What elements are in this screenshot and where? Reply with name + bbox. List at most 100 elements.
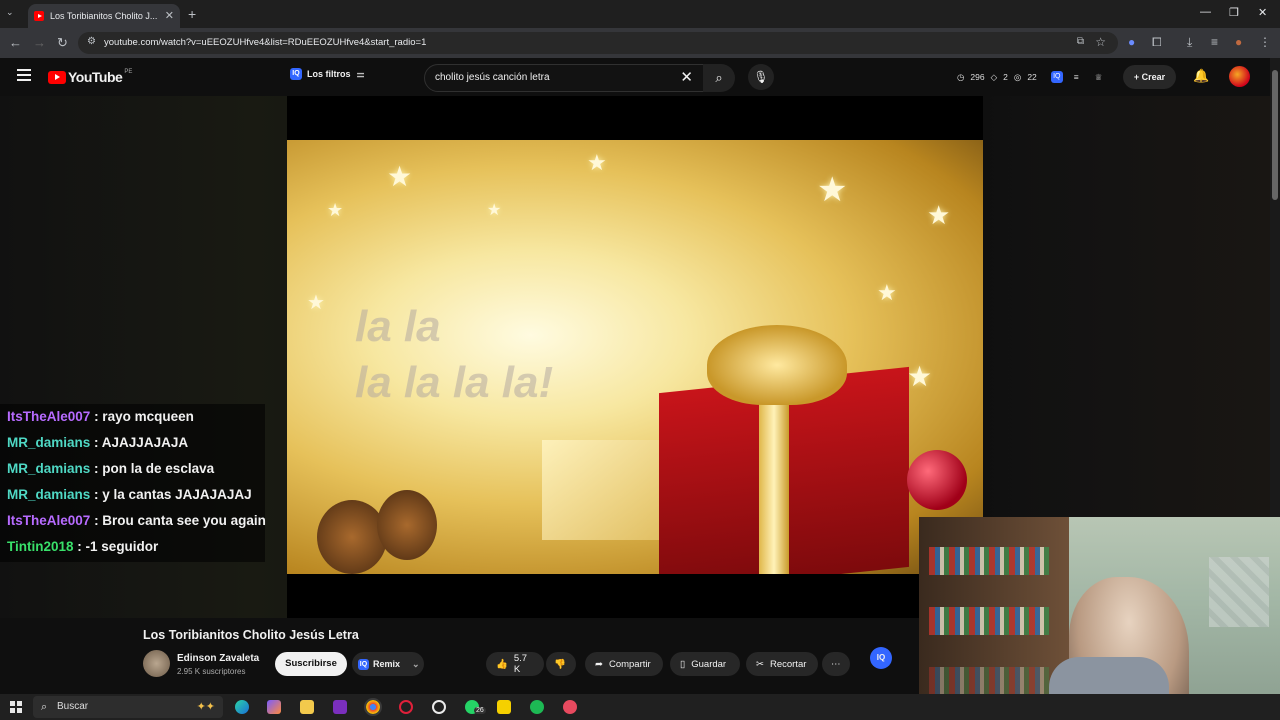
- decor-star-icon: ★: [387, 161, 413, 192]
- remix-button[interactable]: IQ Remix ⌄: [352, 652, 424, 676]
- new-tab-icon[interactable]: +: [188, 6, 196, 22]
- youtube-favicon-icon: [34, 11, 44, 21]
- subscriber-count: 2.95 K suscriptores: [177, 667, 246, 676]
- chat-message: MR_damians : pon la de esclava: [0, 456, 265, 482]
- logo-text: YouTube: [68, 69, 123, 85]
- extension-icon[interactable]: ●: [1128, 35, 1135, 49]
- chrome-icon[interactable]: [364, 698, 382, 716]
- browser-menu-icon[interactable]: ⋮: [1259, 35, 1271, 49]
- save-label: Guardar: [691, 658, 727, 670]
- chat-message: MR_damians : y la cantas JAJAJAJAJ: [0, 482, 265, 508]
- extension-stats: ◷ 296 ◇ 2 ◎ 22 IQ ≡ ♕: [957, 71, 1102, 83]
- menu-icon[interactable]: [17, 69, 31, 84]
- back-icon[interactable]: ←: [9, 35, 22, 50]
- taskbar-search[interactable]: ⌕ Buscar ✦✦: [33, 696, 223, 718]
- app-icon[interactable]: [563, 700, 577, 714]
- url-text[interactable]: youtube.com/watch?v=uEEOZUHfve4&list=RDu…: [104, 37, 426, 48]
- tab-search-icon[interactable]: ⌄: [6, 7, 14, 18]
- channel-avatar[interactable]: [143, 650, 170, 677]
- forward-icon[interactable]: →: [33, 35, 46, 50]
- iq-icon: IQ: [358, 658, 369, 670]
- search-query[interactable]: cholito jesús canción letra: [435, 72, 550, 83]
- likes-count: 2: [1003, 72, 1008, 82]
- minimize-icon[interactable]: —: [1200, 6, 1211, 18]
- profile-icon[interactable]: ●: [1235, 35, 1242, 49]
- chat-text: : Brou canta see you again: [94, 513, 266, 528]
- views-count: 296: [970, 72, 985, 82]
- thumbs-down-icon: 👎: [554, 658, 566, 670]
- search-button[interactable]: ⌕: [703, 64, 735, 92]
- extensions-puzzle-icon[interactable]: ⧠: [1152, 35, 1162, 50]
- share-icon: ➦: [595, 658, 603, 670]
- lyric-line-2: la la la la!: [355, 358, 554, 407]
- youtube-header: YouTube PE IQ Los filtros ⚌ cholito jesú…: [0, 58, 1280, 96]
- opera-icon[interactable]: [399, 700, 413, 714]
- trophy-icon[interactable]: ♕: [1095, 72, 1103, 83]
- chat-message: ItsTheAle007 : Brou canta see you again: [0, 508, 266, 534]
- youtube-logo[interactable]: YouTube PE: [48, 69, 132, 85]
- like-button[interactable]: 👍 5.7 K: [486, 652, 544, 676]
- channel-name[interactable]: Edinson Zavaleta: [177, 653, 259, 664]
- decor-star-icon: ★: [487, 202, 502, 219]
- chevron-down-icon: ⌄: [412, 658, 420, 669]
- download-icon[interactable]: ⤓: [1187, 35, 1192, 50]
- close-tab-icon[interactable]: ✕: [165, 9, 174, 22]
- voice-search-button[interactable]: 🎙: [748, 64, 774, 90]
- bookmark-star-icon[interactable]: ☆: [1095, 35, 1106, 49]
- copilot-icon[interactable]: [267, 700, 281, 714]
- dislike-button[interactable]: 👎: [546, 652, 576, 676]
- search-input[interactable]: cholito jesús canción letra ✕: [424, 64, 704, 92]
- edge-icon[interactable]: [235, 700, 249, 714]
- search-icon: ⌕: [41, 701, 48, 713]
- chat-message: ItsTheAle007 : rayo mcqueen: [0, 404, 265, 430]
- save-button[interactable]: ▯ Guardar: [670, 652, 740, 676]
- address-bar[interactable]: ⚙ youtube.com/watch?v=uEEOZUHfve4&list=R…: [78, 32, 1118, 54]
- search-icon: ⌕: [715, 70, 723, 85]
- comments-icon: ◎: [1013, 71, 1022, 82]
- country-code: PE: [124, 69, 133, 75]
- scrollbar-thumb[interactable]: [1272, 70, 1278, 200]
- small-gift-box: [542, 440, 662, 540]
- windows-start-icon[interactable]: [10, 701, 22, 713]
- clear-search-icon[interactable]: ✕: [680, 68, 693, 86]
- window-close-icon[interactable]: ✕: [1258, 6, 1267, 19]
- chat-text: : pon la de esclava: [94, 461, 215, 476]
- share-button[interactable]: ➦ Compartir: [585, 652, 663, 676]
- spotify-icon[interactable]: [530, 700, 544, 714]
- browser-tab[interactable]: Los Toribianitos Cholito J... ✕: [28, 4, 180, 28]
- create-button[interactable]: + Crear: [1123, 65, 1176, 89]
- clip-label: Recortar: [769, 658, 807, 670]
- user-avatar[interactable]: [1229, 66, 1250, 87]
- chat-user: ItsTheAle007: [7, 513, 91, 528]
- iq-toolbar-icon[interactable]: IQ: [1050, 71, 1063, 83]
- chat-user: ItsTheAle007: [7, 409, 91, 424]
- install-app-icon[interactable]: ⧉: [1077, 36, 1084, 47]
- iq-floating-button[interactable]: IQ: [870, 647, 892, 669]
- reading-list-icon[interactable]: ≡: [1211, 35, 1218, 49]
- chat-text: : rayo mcqueen: [94, 409, 194, 424]
- pinecone: [377, 490, 437, 560]
- sticky-notes-icon[interactable]: [497, 700, 511, 714]
- chat-text: : y la cantas JAJAJAJAJ: [94, 487, 252, 502]
- video-title: Los Toribianitos Cholito Jesús Letra: [143, 628, 359, 642]
- notifications-bell-icon[interactable]: 🔔: [1193, 68, 1209, 84]
- browser-toolbar: ← → ↻ ⚙ youtube.com/watch?v=uEEOZUHfve4&…: [0, 28, 1280, 58]
- pinecone: [317, 500, 387, 574]
- queue-icon[interactable]: ≡: [1074, 72, 1079, 82]
- file-explorer-icon[interactable]: [300, 700, 314, 714]
- book-row: [929, 607, 1049, 635]
- windows-taskbar: ⌕ Buscar ✦✦: [0, 694, 1280, 720]
- restore-icon[interactable]: ❐: [1229, 6, 1239, 19]
- onenote-icon[interactable]: [333, 700, 347, 714]
- chatgpt-icon[interactable]: [432, 700, 446, 714]
- video-frame[interactable]: ★ ★ ★ ★ ★ ★ ★ ★ ★ la la la la la la!: [287, 140, 983, 574]
- site-info-icon[interactable]: ⚙: [87, 36, 96, 47]
- filters-button[interactable]: IQ Los filtros ⚌: [290, 68, 365, 80]
- wall-posters: [1209, 557, 1269, 627]
- reload-icon[interactable]: ↻: [57, 35, 68, 51]
- clip-button[interactable]: ✂ Recortar: [746, 652, 818, 676]
- more-icon: ⋯: [831, 658, 841, 670]
- subscribe-button[interactable]: Suscribirse: [275, 652, 347, 676]
- more-actions-button[interactable]: ⋯: [822, 652, 850, 676]
- decor-star-icon: ★: [927, 200, 951, 230]
